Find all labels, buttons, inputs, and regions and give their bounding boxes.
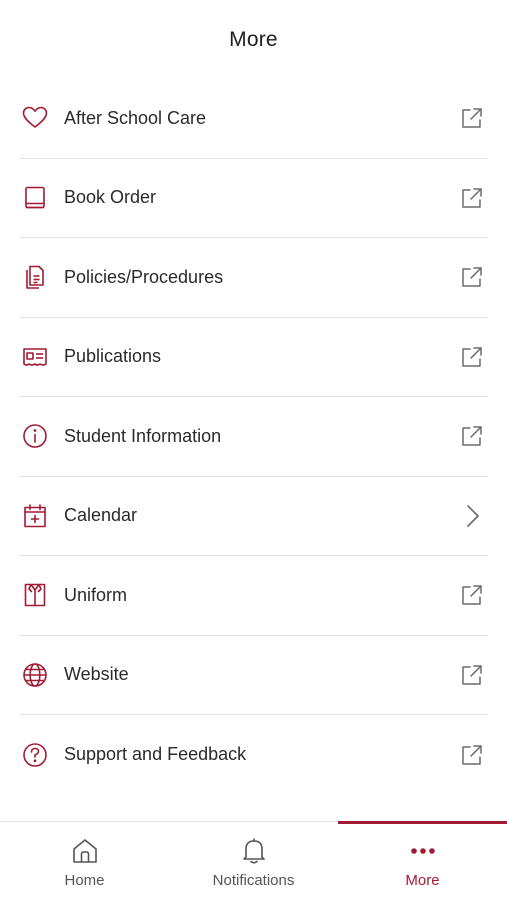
external-link-icon (458, 661, 486, 689)
menu-item-support-feedback[interactable]: Support and Feedback (20, 715, 488, 795)
newsletter-icon (20, 342, 50, 372)
home-icon (70, 834, 100, 868)
tab-label: More (405, 872, 440, 889)
document-icon (20, 262, 50, 292)
external-link-icon (458, 422, 486, 450)
more-menu: After School Care Book Order Policies/Pr… (20, 79, 488, 795)
calendar-icon (20, 501, 50, 531)
external-link-icon (458, 343, 486, 371)
menu-item-uniform[interactable]: Uniform (20, 556, 488, 636)
chevron-right-icon (458, 502, 486, 530)
menu-item-after-school-care[interactable]: After School Care (20, 79, 488, 159)
menu-item-label: Publications (64, 346, 162, 367)
menu-item-publications[interactable]: Publications (20, 318, 488, 397)
external-link-icon (458, 104, 486, 132)
menu-item-label: Support and Feedback (64, 744, 247, 765)
menu-item-label: Calendar (64, 505, 138, 526)
more-screen: More After School Care Book Order Polici… (0, 0, 507, 900)
bottom-tab-bar: Home Notifications More (0, 821, 507, 900)
more-dots-icon (408, 834, 438, 868)
menu-item-student-information[interactable]: Student Information (20, 397, 488, 477)
menu-item-label: Policies/Procedures (64, 266, 224, 287)
book-icon (20, 183, 50, 213)
info-icon (20, 421, 50, 451)
tab-notifications[interactable]: Notifications (169, 822, 338, 900)
tab-label: Home (64, 872, 105, 889)
menu-item-book-order[interactable]: Book Order (20, 159, 488, 238)
menu-item-policies-procedures[interactable]: Policies/Procedures (20, 238, 488, 318)
menu-item-label: Book Order (64, 187, 157, 208)
menu-item-label: After School Care (64, 107, 207, 128)
question-icon (20, 740, 50, 770)
menu-item-label: Student Information (64, 425, 222, 446)
external-link-icon (458, 263, 486, 291)
shirt-icon (20, 580, 50, 610)
page-title: More (229, 28, 278, 51)
external-link-icon (458, 741, 486, 769)
menu-item-label: Website (64, 664, 129, 685)
globe-icon (20, 660, 50, 690)
tab-home[interactable]: Home (0, 822, 169, 900)
tab-more[interactable]: More (338, 821, 507, 900)
menu-item-website[interactable]: Website (20, 636, 488, 715)
heart-icon (20, 103, 50, 133)
header: More (0, 0, 507, 80)
menu-item-label: Uniform (64, 584, 128, 605)
external-link-icon (458, 184, 486, 212)
bell-icon (239, 834, 269, 868)
external-link-icon (458, 581, 486, 609)
tab-label: Notifications (212, 872, 295, 889)
menu-item-calendar[interactable]: Calendar (20, 477, 488, 556)
